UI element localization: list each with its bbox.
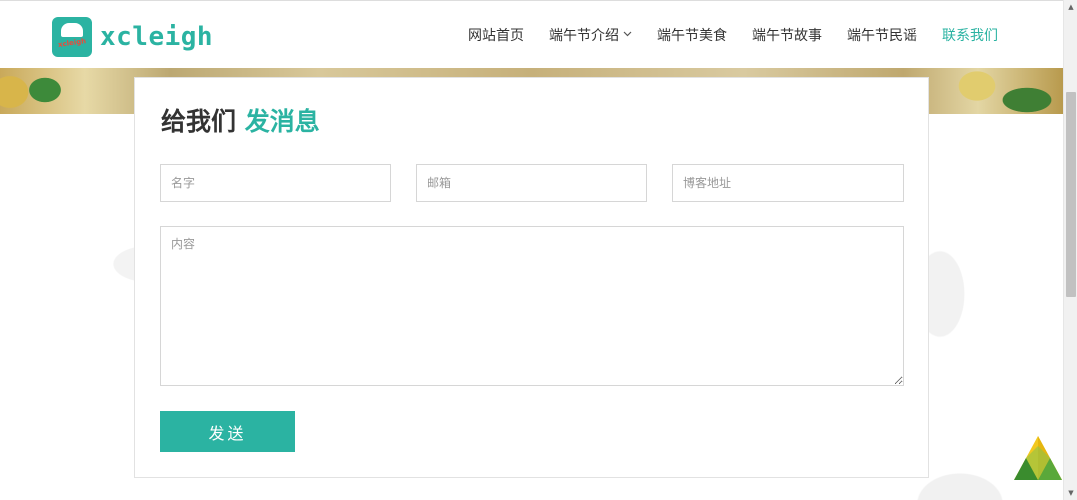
scroll-down-arrow-icon[interactable]: ▼ (1064, 486, 1077, 500)
nav-songs[interactable]: 端午节民谣 (847, 25, 917, 45)
form-title: 给我们 发消息 (161, 102, 320, 138)
form-title-accent: 发消息 (244, 107, 320, 136)
nav-intro[interactable]: 端午节介绍 (549, 25, 632, 45)
scroll-thumb[interactable] (1066, 92, 1076, 297)
logo-chef-hat-icon: xcleigh (52, 17, 92, 57)
zongzi-leaf-right (937, 68, 1063, 114)
nav-intro-label: 端午节介绍 (549, 28, 619, 44)
zongzi-leaf-left (0, 68, 70, 114)
page-scrollbar[interactable]: ▲ ▼ (1063, 0, 1077, 500)
logo-tag: xcleigh (57, 37, 87, 49)
form-title-prefix: 给我们 (161, 107, 237, 136)
nav-home[interactable]: 网站首页 (468, 25, 524, 45)
nav-food[interactable]: 端午节美食 (657, 25, 727, 45)
nav-contact[interactable]: 联系我们 (942, 25, 998, 45)
logo-text: xcleigh (100, 22, 214, 52)
blog-url-input[interactable] (672, 164, 904, 202)
name-input[interactable] (160, 164, 391, 202)
send-button[interactable]: 发送 (160, 411, 295, 452)
nav-stories[interactable]: 端午节故事 (752, 25, 822, 45)
site-logo[interactable]: xcleigh xcleigh (52, 16, 213, 58)
contact-form-card: 给我们 发消息 发送 (134, 77, 929, 478)
scroll-up-arrow-icon[interactable]: ▲ (1064, 0, 1077, 14)
site-header: xcleigh xcleigh 网站首页 端午节介绍 端午节美食 端午节故事 端… (0, 0, 1063, 68)
chevron-down-icon (623, 29, 632, 40)
email-input[interactable] (416, 164, 647, 202)
content-textarea[interactable] (160, 226, 904, 386)
back-to-top-button[interactable] (1012, 434, 1064, 482)
zongzi-icon (1014, 436, 1062, 480)
main-nav: 网站首页 端午节介绍 端午节美食 端午节故事 端午节民谣 联系我们 (443, 1, 998, 69)
